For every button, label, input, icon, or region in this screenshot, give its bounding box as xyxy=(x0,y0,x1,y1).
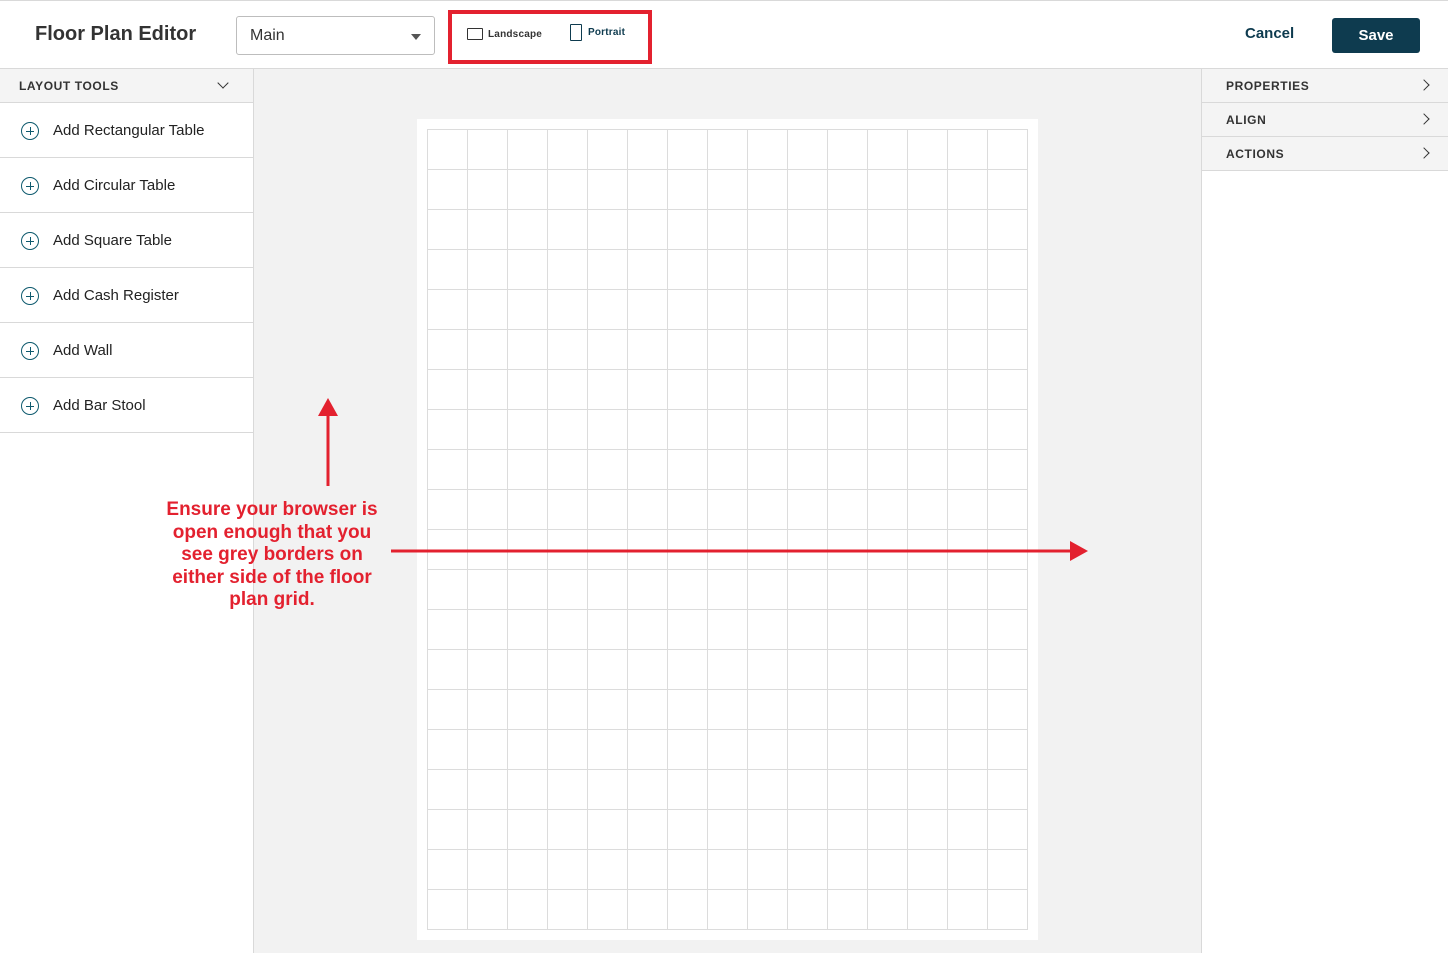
tool-label: Add Wall xyxy=(53,342,113,359)
chevron-right-icon xyxy=(1418,113,1430,125)
tool-label: Add Cash Register xyxy=(53,287,179,304)
portrait-icon xyxy=(570,24,582,41)
chevron-right-icon xyxy=(1418,79,1430,91)
tool-add-rectangular-table[interactable]: Add Rectangular Table xyxy=(0,103,253,158)
caret-down-icon xyxy=(411,34,421,40)
orientation-highlight-box: Landscape Portrait xyxy=(448,10,652,64)
plus-circle-icon xyxy=(21,177,39,195)
tool-label: Add Rectangular Table xyxy=(53,122,205,139)
tool-label: Add Square Table xyxy=(53,232,172,249)
landscape-option[interactable]: Landscape xyxy=(467,28,542,40)
annotation-text: Ensure your browser is open enough that … xyxy=(166,499,378,610)
properties-section[interactable]: PROPERTIES xyxy=(1202,69,1448,103)
tool-add-bar-stool[interactable]: Add Bar Stool xyxy=(0,378,253,433)
landscape-label: Landscape xyxy=(488,28,543,40)
tool-add-square-table[interactable]: Add Square Table xyxy=(0,213,253,268)
plus-circle-icon xyxy=(21,232,39,250)
inspector-panel: PROPERTIES ALIGN ACTIONS xyxy=(1201,69,1448,953)
actions-section[interactable]: ACTIONS xyxy=(1202,137,1448,171)
actions-label: ACTIONS xyxy=(1226,147,1285,161)
cancel-button[interactable]: Cancel xyxy=(1245,25,1294,42)
floor-plan-page xyxy=(417,119,1038,940)
properties-label: PROPERTIES xyxy=(1226,79,1310,93)
portrait-label: Portrait xyxy=(588,27,626,38)
tool-add-circular-table[interactable]: Add Circular Table xyxy=(0,158,253,213)
tool-add-cash-register[interactable]: Add Cash Register xyxy=(0,268,253,323)
plus-circle-icon xyxy=(21,287,39,305)
floor-plan-grid[interactable] xyxy=(427,129,1028,930)
page-title: Floor Plan Editor xyxy=(35,23,197,45)
layout-tools-title: LAYOUT TOOLS xyxy=(19,79,119,93)
plus-circle-icon xyxy=(21,397,39,415)
floor-plan-canvas-area xyxy=(254,69,1201,953)
top-bar: Floor Plan Editor Main Landscape Portrai… xyxy=(0,0,1448,69)
tool-label: Add Circular Table xyxy=(53,177,176,194)
portrait-option[interactable]: Portrait xyxy=(570,24,625,41)
chevron-right-icon xyxy=(1418,147,1430,159)
plus-circle-icon xyxy=(21,342,39,360)
align-section[interactable]: ALIGN xyxy=(1202,103,1448,137)
save-button[interactable]: Save xyxy=(1332,18,1420,53)
tool-add-wall[interactable]: Add Wall xyxy=(0,323,253,378)
plus-circle-icon xyxy=(21,122,39,140)
align-label: ALIGN xyxy=(1226,113,1267,127)
floor-select[interactable]: Main xyxy=(236,16,435,55)
landscape-icon xyxy=(467,28,483,40)
floor-select-value: Main xyxy=(250,27,285,44)
chevron-down-icon xyxy=(217,77,229,89)
layout-tools-header[interactable]: LAYOUT TOOLS xyxy=(0,69,253,103)
tool-label: Add Bar Stool xyxy=(53,397,146,414)
